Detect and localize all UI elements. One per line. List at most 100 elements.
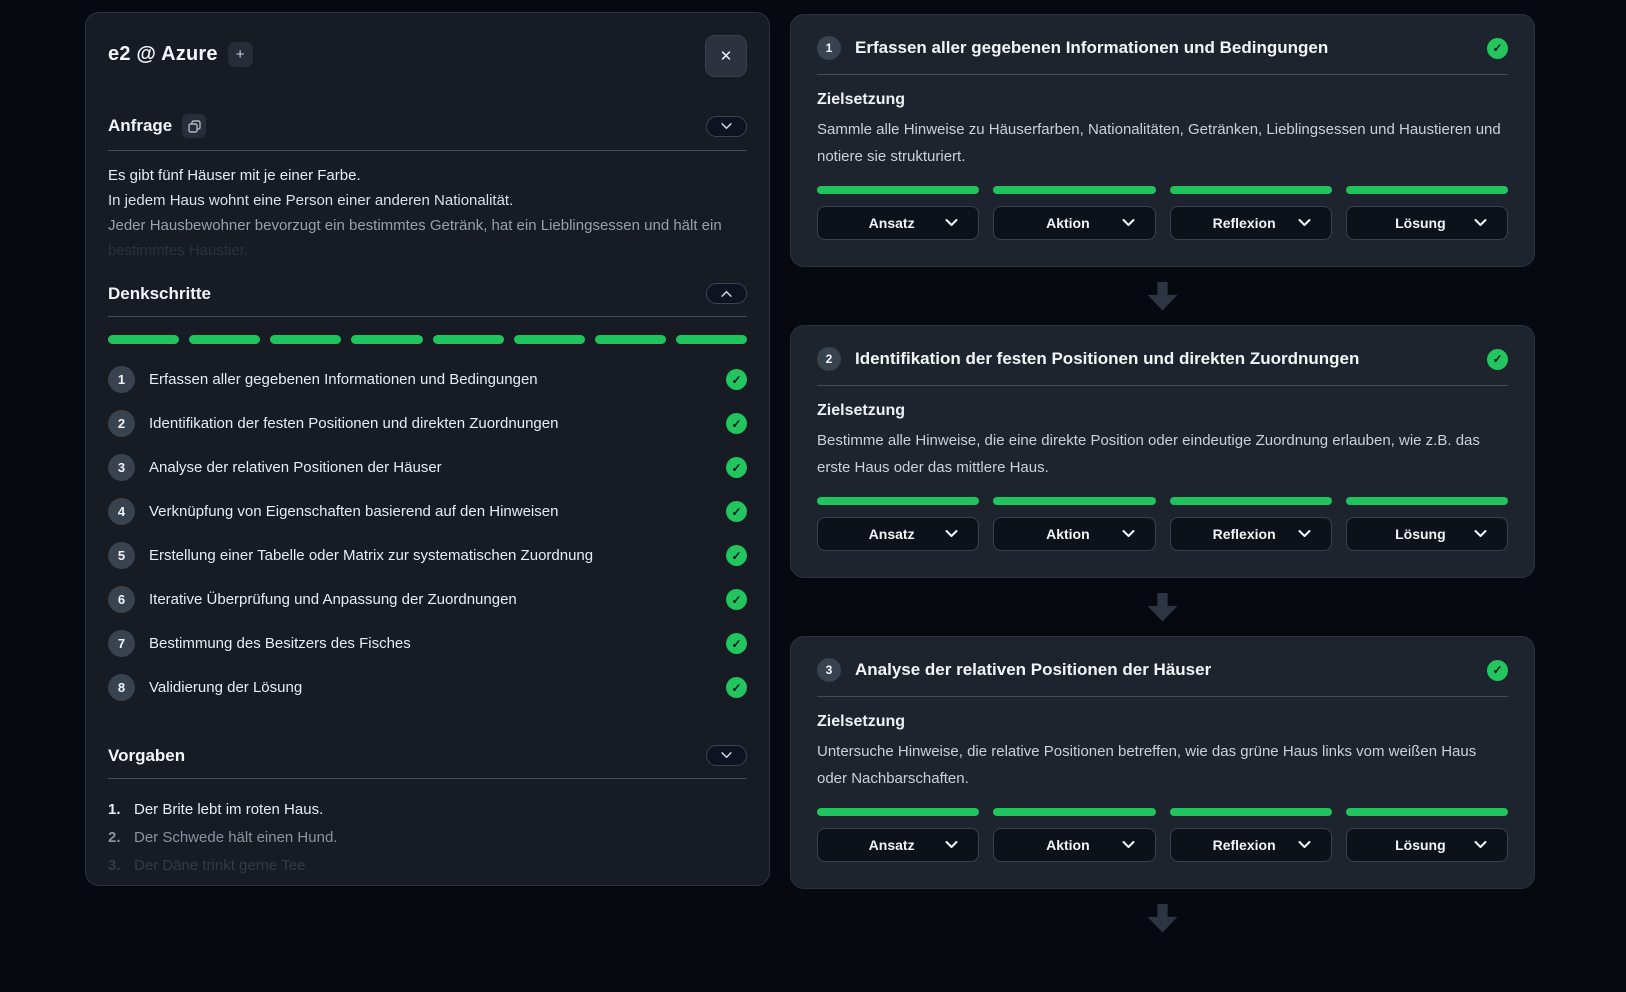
step-label: Verknüpfung von Eigenschaften basierend … xyxy=(149,503,726,520)
anfrage-line: Es gibt fünf Häuser mit je einer Farbe. xyxy=(108,163,747,188)
check-icon: ✓ xyxy=(1487,660,1508,681)
card-title: Identifikation der festen Positionen und… xyxy=(855,349,1473,369)
step-row[interactable]: 7 Bestimmung des Besitzers des Fisches ✓ xyxy=(108,630,747,657)
loesung-dropdown[interactable]: Lösung xyxy=(1346,517,1508,551)
progress-segment xyxy=(433,335,504,344)
ansatz-dropdown[interactable]: Ansatz xyxy=(817,517,979,551)
step-row[interactable]: 8 Validierung der Lösung ✓ xyxy=(108,674,747,701)
card-progress-bars xyxy=(817,186,1508,194)
divider xyxy=(108,316,747,317)
chevron-down-icon xyxy=(1298,530,1311,538)
objective-text: Bestimme alle Hinweise, die eine direkte… xyxy=(817,427,1508,481)
vorgaben-item-text: Der Schwede hält einen Hund. xyxy=(134,829,337,846)
aktion-dropdown[interactable]: Aktion xyxy=(993,517,1155,551)
chevron-down-icon xyxy=(1298,841,1311,849)
steps-flow: 1 Erfassen aller gegebenen Informationen… xyxy=(790,14,1535,947)
card-number-badge: 1 xyxy=(817,36,841,60)
progress-bar xyxy=(1170,497,1332,505)
progress-bar xyxy=(993,186,1155,194)
aktion-dropdown[interactable]: Aktion xyxy=(993,828,1155,862)
step-row[interactable]: 3 Analyse der relativen Positionen der H… xyxy=(108,454,747,481)
check-icon: ✓ xyxy=(726,633,747,654)
steps-progress-segments xyxy=(108,335,747,344)
step-label: Erfassen aller gegebenen Informationen u… xyxy=(149,371,726,388)
chevron-down-icon xyxy=(1474,219,1487,227)
vorgaben-item: 2. Der Schwede hält einen Hund. xyxy=(108,823,747,851)
step-number-badge: 5 xyxy=(108,542,135,569)
progress-bar xyxy=(993,808,1155,816)
anfrage-heading: Anfrage xyxy=(108,116,172,136)
left-panel: e2 @ Azure + ✕ Anfrage Es gibt fünf Häus xyxy=(85,12,770,886)
copy-icon[interactable] xyxy=(182,114,206,138)
denkschritte-section: Denkschritte 1 Erfassen al xyxy=(108,283,747,701)
divider xyxy=(817,74,1508,75)
loesung-dropdown[interactable]: Lösung xyxy=(1346,828,1508,862)
objective-text: Untersuche Hinweise, die relative Positi… xyxy=(817,738,1508,792)
add-button[interactable]: + xyxy=(228,42,253,67)
denkschritte-collapse-button[interactable] xyxy=(706,283,747,304)
ansatz-dropdown[interactable]: Ansatz xyxy=(817,206,979,240)
chevron-down-icon xyxy=(1122,530,1135,538)
vorgaben-item: 1. Der Brite lebt im roten Haus. xyxy=(108,795,747,823)
chevron-down-icon xyxy=(721,123,732,130)
vorgaben-item-number: 1. xyxy=(108,801,124,818)
anfrage-line: bestimmtes Haustier. xyxy=(108,238,747,259)
card-number-badge: 3 xyxy=(817,658,841,682)
step-row[interactable]: 4 Verknüpfung von Eigenschaften basieren… xyxy=(108,498,747,525)
arrow-down-icon xyxy=(1148,904,1178,933)
progress-bar xyxy=(1346,808,1508,816)
progress-segment xyxy=(108,335,179,344)
vorgaben-item-text: Der Brite lebt im roten Haus. xyxy=(134,801,323,818)
check-icon: ✓ xyxy=(726,677,747,698)
card-number-badge: 2 xyxy=(817,347,841,371)
step-number-badge: 6 xyxy=(108,586,135,613)
panel-title: e2 @ Azure xyxy=(108,43,218,66)
step-number-badge: 1 xyxy=(108,366,135,393)
vorgaben-collapse-button[interactable] xyxy=(706,745,747,766)
divider xyxy=(817,696,1508,697)
step-row[interactable]: 2 Identifikation der festen Positionen u… xyxy=(108,410,747,437)
vorgaben-item: 3. Der Däne trinkt gerne Tee xyxy=(108,851,747,879)
objective-heading: Zielsetzung xyxy=(817,402,1508,420)
step-number-badge: 2 xyxy=(108,410,135,437)
aktion-dropdown[interactable]: Aktion xyxy=(993,206,1155,240)
vorgaben-section: Vorgaben 1. Der Brite lebt im roten Haus… xyxy=(108,745,747,879)
anfrage-line: In jedem Haus wohnt eine Person einer an… xyxy=(108,188,747,213)
step-row[interactable]: 6 Iterative Überprüfung und Anpassung de… xyxy=(108,586,747,613)
denkschritte-heading: Denkschritte xyxy=(108,284,211,304)
check-icon: ✓ xyxy=(726,457,747,478)
loesung-dropdown[interactable]: Lösung xyxy=(1346,206,1508,240)
objective-heading: Zielsetzung xyxy=(817,91,1508,109)
progress-bar xyxy=(817,497,979,505)
check-icon: ✓ xyxy=(1487,38,1508,59)
progress-segment xyxy=(514,335,585,344)
reflexion-dropdown[interactable]: Reflexion xyxy=(1170,828,1332,862)
reflexion-dropdown[interactable]: Reflexion xyxy=(1170,206,1332,240)
reflexion-dropdown[interactable]: Reflexion xyxy=(1170,517,1332,551)
step-row[interactable]: 5 Erstellung einer Tabelle oder Matrix z… xyxy=(108,542,747,569)
progress-bar xyxy=(1346,497,1508,505)
progress-bar xyxy=(817,808,979,816)
chevron-down-icon xyxy=(945,841,958,849)
check-icon: ✓ xyxy=(726,545,747,566)
chevron-up-icon xyxy=(721,290,732,297)
chevron-down-icon xyxy=(1122,219,1135,227)
vorgaben-item-number: 3. xyxy=(108,857,124,874)
close-button[interactable]: ✕ xyxy=(705,35,747,77)
flow-separator xyxy=(790,578,1535,636)
chevron-down-icon xyxy=(1474,530,1487,538)
flow-separator xyxy=(790,267,1535,325)
step-row[interactable]: 1 Erfassen aller gegebenen Informationen… xyxy=(108,366,747,393)
step-card-2: 2 Identifikation der festen Positionen u… xyxy=(790,325,1535,578)
divider xyxy=(817,385,1508,386)
vorgaben-heading: Vorgaben xyxy=(108,746,185,766)
progress-segment xyxy=(270,335,341,344)
step-label: Analyse der relativen Positionen der Häu… xyxy=(149,459,726,476)
progress-bar xyxy=(1170,186,1332,194)
progress-bar xyxy=(817,186,979,194)
anfrage-collapse-button[interactable] xyxy=(706,116,747,137)
ansatz-dropdown[interactable]: Ansatz xyxy=(817,828,979,862)
chevron-down-icon xyxy=(945,219,958,227)
progress-bar xyxy=(1346,186,1508,194)
progress-segment xyxy=(676,335,747,344)
